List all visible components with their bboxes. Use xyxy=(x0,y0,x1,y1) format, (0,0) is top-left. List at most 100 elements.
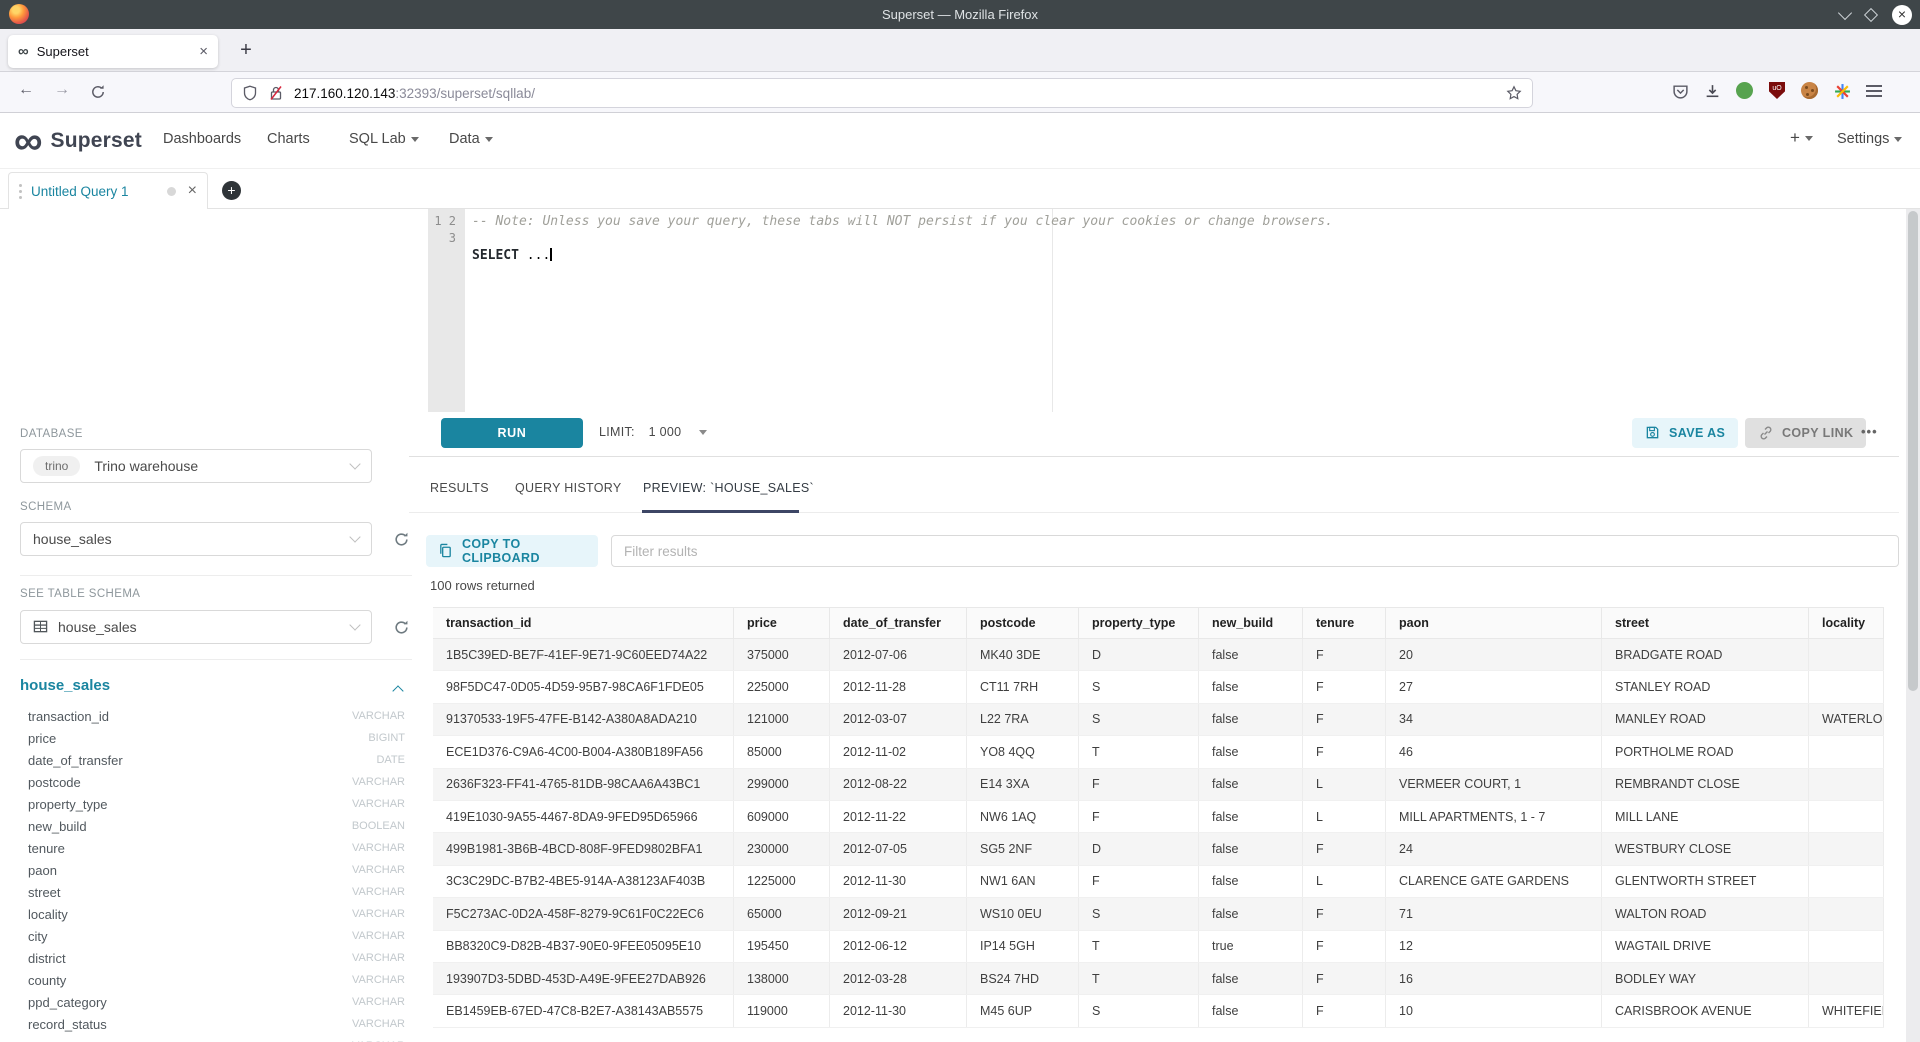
sql-editor[interactable]: 1 2 3 -- Note: Unless you save your quer… xyxy=(409,209,1899,412)
window-close-icon[interactable]: × xyxy=(1892,5,1912,25)
privacy-badger-icon[interactable] xyxy=(1736,82,1753,99)
schema-select[interactable]: house_sales xyxy=(20,522,372,556)
table-cell: 12 xyxy=(1386,931,1602,962)
results-header-cell[interactable]: price xyxy=(734,608,830,638)
query-tab-close-icon[interactable]: × xyxy=(188,182,197,200)
table-schema-value: house_sales xyxy=(58,619,351,635)
copy-link-button[interactable]: COPY LINK xyxy=(1745,418,1866,448)
table-cell: MK40 3DE xyxy=(967,639,1079,670)
nav-item-sql-lab[interactable]: SQL Lab xyxy=(349,131,419,147)
new-tab-button[interactable]: + xyxy=(232,37,260,65)
filter-results-input[interactable]: Filter results xyxy=(611,535,1899,567)
schema-column[interactable]: cityVARCHAR xyxy=(0,925,412,947)
pocket-icon[interactable] xyxy=(1672,83,1688,99)
url-bar[interactable]: 217.160.120.143:32393/superset/sqllab/ xyxy=(232,79,1532,107)
bookmark-star-icon[interactable] xyxy=(1506,85,1522,101)
refresh-schemas-icon[interactable] xyxy=(393,531,411,549)
table-cell: WATERLOO xyxy=(1809,704,1884,735)
menu-hamburger-icon[interactable] xyxy=(1866,85,1882,97)
chevron-down-icon xyxy=(349,531,360,542)
refresh-tables-icon[interactable] xyxy=(393,619,411,637)
tab-query-history[interactable]: QUERY HISTORY xyxy=(515,481,621,495)
results-header-cell[interactable]: property_type xyxy=(1079,608,1199,638)
collapse-chevron-up-icon[interactable] xyxy=(392,685,403,696)
table-title[interactable]: house_sales xyxy=(20,677,110,694)
schema-column[interactable]: districtVARCHAR xyxy=(0,947,412,969)
table-cell xyxy=(1809,801,1884,832)
query-tab-untitled-1[interactable]: Untitled Query 1 × xyxy=(8,172,208,209)
schema-column[interactable]: date_of_transferDATE xyxy=(0,749,412,771)
results-header-cell[interactable]: new_build xyxy=(1199,608,1303,638)
column-name: street xyxy=(28,885,352,900)
table-cell: 2012-11-28 xyxy=(830,671,967,702)
schema-column[interactable]: countyVARCHAR xyxy=(0,969,412,991)
window-titlebar[interactable]: Superset — Mozilla Firefox × xyxy=(0,0,1920,29)
nav-item-dashboards[interactable]: Dashboards xyxy=(163,131,241,147)
schema-column[interactable]: localityVARCHAR xyxy=(0,903,412,925)
scrollbar-thumb[interactable] xyxy=(1908,211,1918,691)
results-header-cell[interactable]: street xyxy=(1602,608,1809,638)
schema-column[interactable]: streetVARCHAR xyxy=(0,881,412,903)
schema-column[interactable]: transaction_idVARCHAR xyxy=(0,705,412,727)
pinwheel-extension-icon[interactable] xyxy=(1834,83,1850,99)
column-type: VARCHAR xyxy=(352,952,405,964)
superset-infinity-icon: ∞ xyxy=(14,119,43,163)
superset-logo[interactable]: ∞ Superset xyxy=(14,119,142,163)
limit-dropdown[interactable]: LIMIT: 1 000 xyxy=(599,425,707,439)
save-as-button[interactable]: SAVE AS xyxy=(1632,418,1738,448)
results-header-cell[interactable]: postcode xyxy=(967,608,1079,638)
shield-icon[interactable] xyxy=(242,85,258,101)
lock-disabled-icon[interactable] xyxy=(268,85,284,101)
schema-column[interactable]: priceBIGINT xyxy=(0,727,412,749)
settings-menu[interactable]: Settings xyxy=(1837,131,1902,147)
schema-column[interactable]: paonVARCHAR xyxy=(0,859,412,881)
cookie-extension-icon[interactable] xyxy=(1801,82,1818,99)
database-engine-pill: trino xyxy=(33,456,80,476)
tab-results[interactable]: RESULTS xyxy=(430,481,489,495)
table-cell: F xyxy=(1303,898,1386,929)
browser-tab-close-icon[interactable]: × xyxy=(199,43,208,60)
editor-code[interactable]: -- Note: Unless you save your query, the… xyxy=(472,213,1333,264)
schema-column[interactable]: postcodeVARCHAR xyxy=(0,771,412,793)
results-header-cell[interactable]: transaction_id xyxy=(433,608,734,638)
table-cell: S xyxy=(1079,898,1199,929)
schema-column[interactable]: statusVARCHAR xyxy=(0,1035,412,1042)
add-new-button[interactable]: + xyxy=(1790,128,1813,148)
schema-column[interactable]: record_statusVARCHAR xyxy=(0,1013,412,1035)
ublock-origin-icon[interactable]: uO xyxy=(1769,82,1785,99)
add-query-tab-button[interactable]: + xyxy=(222,181,241,200)
downloads-icon[interactable] xyxy=(1704,83,1720,99)
run-button[interactable]: RUN xyxy=(441,418,583,448)
window-minimize-icon[interactable] xyxy=(1838,5,1852,19)
schema-column[interactable]: new_buildBOOLEAN xyxy=(0,815,412,837)
schema-column[interactable]: ppd_categoryVARCHAR xyxy=(0,991,412,1013)
copy-to-clipboard-button[interactable]: COPY TO CLIPBOARD xyxy=(426,535,598,567)
forward-button[interactable]: → xyxy=(54,81,70,99)
table-cell: YO8 4QQ xyxy=(967,736,1079,767)
drag-grip-icon[interactable] xyxy=(19,184,22,199)
nav-item-data[interactable]: Data xyxy=(449,131,493,147)
table-cell: BRADGATE ROAD xyxy=(1602,639,1809,670)
results-header-cell[interactable]: locality xyxy=(1809,608,1884,638)
more-options-button[interactable]: ••• xyxy=(1861,424,1878,439)
chevron-down-icon xyxy=(411,137,419,142)
schema-column[interactable]: property_typeVARCHAR xyxy=(0,793,412,815)
back-button[interactable]: ← xyxy=(18,81,34,99)
schema-column[interactable]: tenureVARCHAR xyxy=(0,837,412,859)
reload-icon[interactable] xyxy=(90,84,106,100)
results-header-cell[interactable]: paon xyxy=(1386,608,1602,638)
column-type: VARCHAR xyxy=(352,776,405,788)
nav-item-charts[interactable]: Charts xyxy=(267,131,310,147)
database-select[interactable]: trino Trino warehouse xyxy=(20,449,372,483)
window-maximize-icon[interactable] xyxy=(1864,7,1878,21)
table-schema-select[interactable]: house_sales xyxy=(20,610,372,644)
browser-tab-superset[interactable]: ∞ Superset × xyxy=(8,35,218,68)
table-grid-icon xyxy=(33,619,49,635)
vertical-scrollbar[interactable] xyxy=(1906,209,1920,1042)
table-row: 2636F323-FF41-4765-81DB-98CAA6A43BC12990… xyxy=(433,769,1884,801)
results-header-cell[interactable]: date_of_transfer xyxy=(830,608,967,638)
tab-preview-house-sales[interactable]: PREVIEW: `HOUSE_SALES` xyxy=(643,481,814,495)
results-header-cell[interactable]: tenure xyxy=(1303,608,1386,638)
column-name: locality xyxy=(28,907,352,922)
table-cell: MILL LANE xyxy=(1602,801,1809,832)
